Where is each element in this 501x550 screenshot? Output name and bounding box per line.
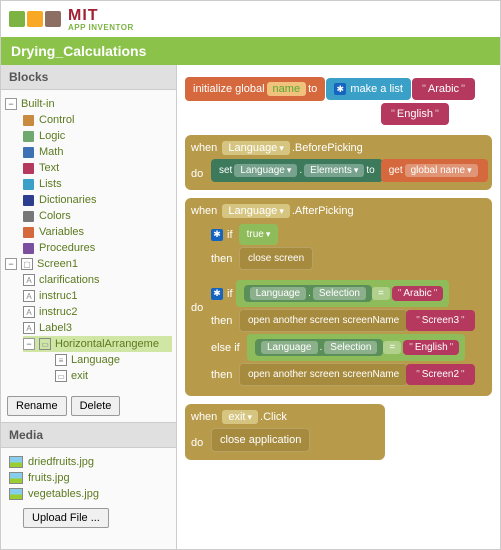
- tree-comp-horizontal-arrangement[interactable]: − ▭ HorizontalArrangeme: [23, 336, 172, 352]
- tree-cat-lists[interactable]: Lists: [23, 176, 172, 192]
- logo-text: MIT APP INVENTOR: [68, 7, 134, 32]
- gear-icon[interactable]: ✱: [211, 229, 223, 241]
- block-when-afterpicking[interactable]: when Language▾ .AfterPicking do ✱ if tru…: [185, 198, 492, 396]
- collapse-icon[interactable]: −: [5, 98, 17, 110]
- component-dropdown[interactable]: Language▾: [234, 164, 297, 177]
- tree-cat-logic[interactable]: Logic: [23, 128, 172, 144]
- label-icon: A: [23, 306, 35, 318]
- gear-icon[interactable]: ✱: [334, 83, 346, 95]
- component-dropdown[interactable]: Language▾: [222, 141, 289, 155]
- blocks-workspace[interactable]: initialize global name to ✱ make a list …: [177, 65, 500, 549]
- blocks-tree: − Built-in Control Logic Math Text Lists…: [1, 90, 176, 390]
- var-dropdown[interactable]: global name▾: [405, 164, 478, 177]
- collapse-icon[interactable]: −: [5, 258, 17, 270]
- sidebar: Blocks − Built-in Control Logic Math Tex…: [1, 65, 177, 549]
- block-when-exit-click[interactable]: when exit▾ .Click do close application: [185, 404, 385, 460]
- media-panel-header: Media: [1, 423, 176, 448]
- logo-block-green: [9, 11, 25, 27]
- tree-cat-variables[interactable]: Variables: [23, 224, 172, 240]
- media-panel: Media driedfruits.jpg fruits.jpg vegetab…: [1, 422, 176, 534]
- colors-swatch-icon: [23, 211, 34, 222]
- tree-cat-math[interactable]: Math: [23, 144, 172, 160]
- proc-swatch-icon: [23, 243, 34, 254]
- tree-cat-text[interactable]: Text: [23, 160, 172, 176]
- tree-cat-colors[interactable]: Colors: [23, 208, 172, 224]
- label-icon: A: [23, 290, 35, 302]
- upload-file-button[interactable]: Upload File ...: [23, 508, 109, 528]
- tree-cat-dictionaries[interactable]: Dictionaries: [23, 192, 172, 208]
- control-swatch-icon: [23, 115, 34, 126]
- tree-screen1[interactable]: − ▢ Screen1: [5, 256, 172, 272]
- logo-block-brown: [45, 11, 61, 27]
- equals-block[interactable]: Language.Selection = "English": [247, 334, 465, 361]
- button-icon: ▭: [55, 370, 67, 382]
- tree-comp-label3[interactable]: ALabel3: [23, 320, 172, 336]
- blocks-panel-header: Blocks: [1, 65, 176, 90]
- media-item[interactable]: fruits.jpg: [9, 470, 168, 486]
- project-title-bar: Drying_Calculations: [1, 37, 500, 65]
- component-dropdown[interactable]: exit▾: [222, 410, 258, 424]
- delete-button[interactable]: Delete: [71, 396, 121, 416]
- media-item[interactable]: driedfruits.jpg: [9, 454, 168, 470]
- open-screen-block[interactable]: open another screen screenName: [239, 309, 408, 332]
- tree-comp-instruc2[interactable]: Ainstruc2: [23, 304, 172, 320]
- close-application-block[interactable]: close application: [211, 428, 310, 452]
- block-initialize-global[interactable]: initialize global name to ✱ make a list …: [185, 77, 492, 125]
- tree-comp-language[interactable]: ≡Language: [55, 352, 172, 368]
- screen-icon: ▢: [21, 258, 33, 270]
- logic-swatch-icon: [23, 131, 34, 142]
- layout-icon: ▭: [39, 338, 51, 350]
- lists-swatch-icon: [23, 179, 34, 190]
- media-item[interactable]: vegetables.jpg: [9, 486, 168, 502]
- listpicker-icon: ≡: [55, 354, 67, 366]
- tree-comp-exit[interactable]: ▭exit: [55, 368, 172, 384]
- rename-button[interactable]: Rename: [7, 396, 67, 416]
- property-dropdown[interactable]: Elements▾: [304, 164, 364, 177]
- dict-swatch-icon: [23, 195, 34, 206]
- tree-builtin[interactable]: − Built-in: [5, 96, 172, 112]
- component-dropdown[interactable]: Language▾: [222, 204, 289, 218]
- logo-block-yellow: [27, 11, 43, 27]
- collapse-icon[interactable]: −: [23, 338, 35, 350]
- close-screen-block[interactable]: close screen: [239, 247, 313, 270]
- open-screen-block[interactable]: open another screen screenName: [239, 363, 408, 386]
- equals-block[interactable]: Language.Selection = "Arabic": [236, 280, 450, 307]
- logo-sub: APP INVENTOR: [68, 23, 134, 32]
- image-icon: [9, 472, 23, 484]
- tree-cat-control[interactable]: Control: [23, 112, 172, 128]
- tree-comp-instruc1[interactable]: Ainstruc1: [23, 288, 172, 304]
- logo-mit: MIT: [68, 7, 99, 24]
- block-when-beforepicking[interactable]: when Language▾ .BeforePicking do set Lan…: [185, 135, 492, 190]
- gear-icon[interactable]: ✱: [211, 288, 223, 300]
- app-header: MIT APP INVENTOR: [1, 1, 500, 37]
- label-icon: A: [23, 322, 35, 334]
- var-name-field[interactable]: name: [267, 82, 307, 96]
- tree-buttons: Rename Delete: [1, 390, 176, 422]
- project-title: Drying_Calculations: [11, 43, 146, 59]
- math-swatch-icon: [23, 147, 34, 158]
- vars-swatch-icon: [23, 227, 34, 238]
- image-icon: [9, 456, 23, 468]
- tree-comp-clarifications[interactable]: Aclarifications: [23, 272, 172, 288]
- image-icon: [9, 488, 23, 500]
- tree-cat-procedures[interactable]: Procedures: [23, 240, 172, 256]
- logic-true-block[interactable]: true▾: [239, 224, 279, 245]
- label-icon: A: [23, 274, 35, 286]
- text-swatch-icon: [23, 163, 34, 174]
